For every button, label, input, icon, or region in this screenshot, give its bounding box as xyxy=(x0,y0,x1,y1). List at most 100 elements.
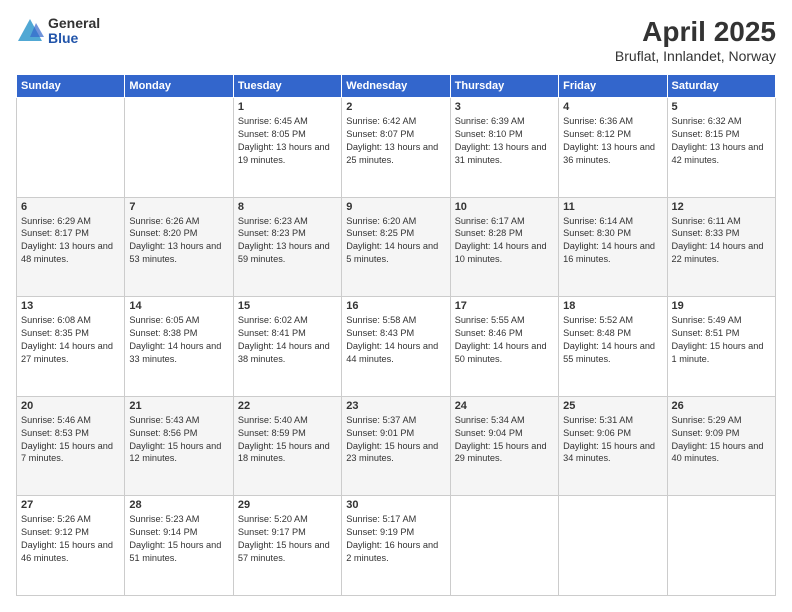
day-number: 21 xyxy=(129,400,228,412)
page: General Blue April 2025 Bruflat, Innland… xyxy=(0,0,792,612)
logo-text: General Blue xyxy=(48,16,100,47)
day-info: Sunrise: 5:31 AM Sunset: 9:06 PM Dayligh… xyxy=(563,414,662,466)
calendar-header-row: SundayMondayTuesdayWednesdayThursdayFrid… xyxy=(17,75,776,98)
calendar-week-row: 13 Sunrise: 6:08 AM Sunset: 8:35 PM Dayli… xyxy=(17,297,776,397)
calendar-day-cell: 3Sunrise: 6:39 AM Sunset: 8:10 PM Daylig… xyxy=(450,98,558,198)
day-number: 22 xyxy=(238,400,337,412)
calendar-day-cell: 27 Sunrise: 5:26 AM Sunset: 9:12 PM Dayli… xyxy=(17,496,125,596)
calendar-day-cell: 9Sunrise: 6:20 AM Sunset: 8:25 PM Daylig… xyxy=(342,197,450,297)
logo: General Blue xyxy=(16,16,100,47)
day-number: 28 xyxy=(129,499,228,511)
day-number: 26 xyxy=(672,400,771,412)
day-info: Sunrise: 6:45 AM Sunset: 8:05 PM Dayligh… xyxy=(238,115,337,167)
day-info: Sunrise: 5:20 AM Sunset: 9:17 PM Dayligh… xyxy=(238,513,337,565)
calendar-day-cell: 19 Sunrise: 5:49 AM Sunset: 8:51 PM Dayli… xyxy=(667,297,775,397)
calendar-day-cell: 10Sunrise: 6:17 AM Sunset: 8:28 PM Dayli… xyxy=(450,197,558,297)
calendar-day-cell: 7 Sunrise: 6:26 AM Sunset: 8:20 PM Daylig… xyxy=(125,197,233,297)
day-number: 12 xyxy=(672,201,771,213)
calendar-day-cell: 25 Sunrise: 5:31 AM Sunset: 9:06 PM Dayli… xyxy=(559,396,667,496)
calendar-day-cell xyxy=(667,496,775,596)
calendar-day-cell: 15 Sunrise: 6:02 AM Sunset: 8:41 PM Dayli… xyxy=(233,297,341,397)
day-info: Sunrise: 6:39 AM Sunset: 8:10 PM Dayligh… xyxy=(455,115,554,167)
day-of-week-header: Tuesday xyxy=(233,75,341,98)
day-info: Sunrise: 5:46 AM Sunset: 8:53 PM Dayligh… xyxy=(21,414,120,466)
day-info: Sunrise: 6:23 AM Sunset: 8:23 PM Dayligh… xyxy=(238,215,337,267)
day-info: Sunrise: 6:29 AM Sunset: 8:17 PM Dayligh… xyxy=(21,215,120,267)
header: General Blue April 2025 Bruflat, Innland… xyxy=(16,16,776,64)
day-number: 16 xyxy=(346,300,445,312)
day-number: 1 xyxy=(238,101,337,113)
day-number: 7 xyxy=(129,201,228,213)
calendar-day-cell: 18Sunrise: 5:52 AM Sunset: 8:48 PM Dayli… xyxy=(559,297,667,397)
day-info: Sunrise: 6:36 AM Sunset: 8:12 PM Dayligh… xyxy=(563,115,662,167)
day-info: Sunrise: 5:40 AM Sunset: 8:59 PM Dayligh… xyxy=(238,414,337,466)
day-info: Sunrise: 5:49 AM Sunset: 8:51 PM Dayligh… xyxy=(672,314,771,366)
day-info: Sunrise: 5:34 AM Sunset: 9:04 PM Dayligh… xyxy=(455,414,554,466)
calendar-week-row: 20 Sunrise: 5:46 AM Sunset: 8:53 PM Dayli… xyxy=(17,396,776,496)
day-number: 30 xyxy=(346,499,445,511)
day-info: Sunrise: 6:08 AM Sunset: 8:35 PM Dayligh… xyxy=(21,314,120,366)
calendar-day-cell: 28 Sunrise: 5:23 AM Sunset: 9:14 PM Dayli… xyxy=(125,496,233,596)
day-of-week-header: Sunday xyxy=(17,75,125,98)
day-info: Sunrise: 5:43 AM Sunset: 8:56 PM Dayligh… xyxy=(129,414,228,466)
day-info: Sunrise: 5:55 AM Sunset: 8:46 PM Dayligh… xyxy=(455,314,554,366)
day-number: 29 xyxy=(238,499,337,511)
day-number: 5 xyxy=(672,101,771,113)
calendar-day-cell: 30 Sunrise: 5:17 AM Sunset: 9:19 PM Dayli… xyxy=(342,496,450,596)
calendar-day-cell: 8 Sunrise: 6:23 AM Sunset: 8:23 PM Daylig… xyxy=(233,197,341,297)
day-number: 2 xyxy=(346,101,445,113)
calendar-day-cell: 11 Sunrise: 6:14 AM Sunset: 8:30 PM Dayli… xyxy=(559,197,667,297)
day-number: 19 xyxy=(672,300,771,312)
day-info: Sunrise: 6:26 AM Sunset: 8:20 PM Dayligh… xyxy=(129,215,228,267)
day-number: 8 xyxy=(238,201,337,213)
day-info: Sunrise: 6:32 AM Sunset: 8:15 PM Dayligh… xyxy=(672,115,771,167)
day-number: 13 xyxy=(21,300,120,312)
calendar-day-cell: 12 Sunrise: 6:11 AM Sunset: 8:33 PM Dayli… xyxy=(667,197,775,297)
day-info: Sunrise: 5:52 AM Sunset: 8:48 PM Dayligh… xyxy=(563,314,662,366)
day-number: 14 xyxy=(129,300,228,312)
calendar-day-cell: 24 Sunrise: 5:34 AM Sunset: 9:04 PM Dayli… xyxy=(450,396,558,496)
calendar-day-cell: 14 Sunrise: 6:05 AM Sunset: 8:38 PM Dayli… xyxy=(125,297,233,397)
calendar-day-cell: 5 Sunrise: 6:32 AM Sunset: 8:15 PM Daylig… xyxy=(667,98,775,198)
day-number: 15 xyxy=(238,300,337,312)
day-info: Sunrise: 5:23 AM Sunset: 9:14 PM Dayligh… xyxy=(129,513,228,565)
calendar-day-cell xyxy=(17,98,125,198)
title-area: April 2025 Bruflat, Innlandet, Norway xyxy=(615,16,776,64)
calendar-day-cell: 29 Sunrise: 5:20 AM Sunset: 9:17 PM Dayli… xyxy=(233,496,341,596)
day-of-week-header: Friday xyxy=(559,75,667,98)
calendar-week-row: 6 Sunrise: 6:29 AM Sunset: 8:17 PM Daylig… xyxy=(17,197,776,297)
day-of-week-header: Thursday xyxy=(450,75,558,98)
calendar-day-cell: 1 Sunrise: 6:45 AM Sunset: 8:05 PM Daylig… xyxy=(233,98,341,198)
logo-general: General xyxy=(48,16,100,31)
calendar-day-cell: 21 Sunrise: 5:43 AM Sunset: 8:56 PM Dayli… xyxy=(125,396,233,496)
calendar-day-cell: 17Sunrise: 5:55 AM Sunset: 8:46 PM Dayli… xyxy=(450,297,558,397)
day-info: Sunrise: 6:17 AM Sunset: 8:28 PM Dayligh… xyxy=(455,215,554,267)
page-subtitle: Bruflat, Innlandet, Norway xyxy=(615,48,776,64)
day-info: Sunrise: 6:14 AM Sunset: 8:30 PM Dayligh… xyxy=(563,215,662,267)
day-number: 6 xyxy=(21,201,120,213)
logo-blue: Blue xyxy=(48,31,100,46)
calendar-day-cell: 6 Sunrise: 6:29 AM Sunset: 8:17 PM Daylig… xyxy=(17,197,125,297)
day-info: Sunrise: 6:11 AM Sunset: 8:33 PM Dayligh… xyxy=(672,215,771,267)
day-number: 25 xyxy=(563,400,662,412)
day-info: Sunrise: 6:02 AM Sunset: 8:41 PM Dayligh… xyxy=(238,314,337,366)
calendar-day-cell: 22 Sunrise: 5:40 AM Sunset: 8:59 PM Dayli… xyxy=(233,396,341,496)
day-number: 11 xyxy=(563,201,662,213)
day-number: 20 xyxy=(21,400,120,412)
calendar-week-row: 1 Sunrise: 6:45 AM Sunset: 8:05 PM Daylig… xyxy=(17,98,776,198)
day-info: Sunrise: 5:26 AM Sunset: 9:12 PM Dayligh… xyxy=(21,513,120,565)
day-number: 24 xyxy=(455,400,554,412)
logo-icon xyxy=(16,17,44,45)
day-info: Sunrise: 5:17 AM Sunset: 9:19 PM Dayligh… xyxy=(346,513,445,565)
day-info: Sunrise: 5:58 AM Sunset: 8:43 PM Dayligh… xyxy=(346,314,445,366)
day-info: Sunrise: 5:37 AM Sunset: 9:01 PM Dayligh… xyxy=(346,414,445,466)
calendar-day-cell xyxy=(559,496,667,596)
calendar-day-cell: 16 Sunrise: 5:58 AM Sunset: 8:43 PM Dayli… xyxy=(342,297,450,397)
calendar-day-cell: 2Sunrise: 6:42 AM Sunset: 8:07 PM Daylig… xyxy=(342,98,450,198)
calendar-day-cell: 20 Sunrise: 5:46 AM Sunset: 8:53 PM Dayli… xyxy=(17,396,125,496)
calendar-day-cell: 13 Sunrise: 6:08 AM Sunset: 8:35 PM Dayli… xyxy=(17,297,125,397)
day-info: Sunrise: 6:05 AM Sunset: 8:38 PM Dayligh… xyxy=(129,314,228,366)
day-info: Sunrise: 5:29 AM Sunset: 9:09 PM Dayligh… xyxy=(672,414,771,466)
calendar-day-cell: 26 Sunrise: 5:29 AM Sunset: 9:09 PM Dayli… xyxy=(667,396,775,496)
day-number: 27 xyxy=(21,499,120,511)
